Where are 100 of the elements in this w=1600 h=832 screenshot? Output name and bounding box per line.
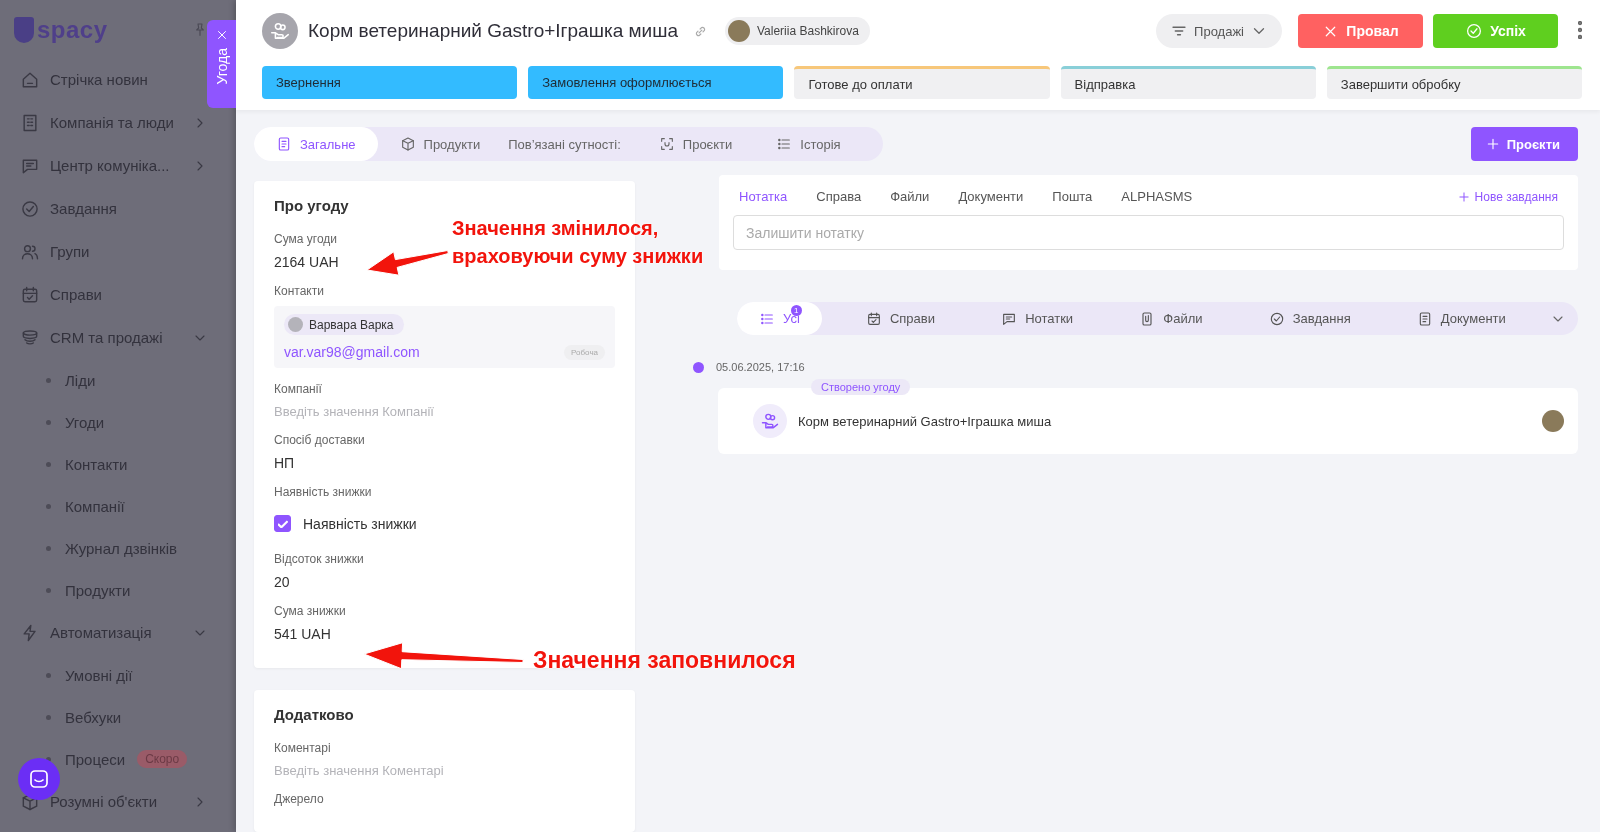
menu-icon (20, 284, 40, 305)
annotation-text: Значення заповнилося (533, 646, 796, 675)
fail-button[interactable]: Провал (1298, 14, 1423, 48)
annotation-text: Значення змінилося, (452, 216, 660, 241)
new-task-link[interactable]: Нове завдання (1456, 189, 1558, 204)
field-label: Компанії (274, 382, 322, 396)
filter-tab[interactable]: Нотатки (979, 302, 1096, 335)
composer-tab[interactable]: Пошта (1052, 189, 1093, 204)
owner-chip[interactable]: Valeriia Bashkirova (725, 17, 870, 45)
tab-icon (399, 136, 416, 152)
user-avatar (1542, 410, 1564, 432)
contact-avatar (288, 317, 303, 332)
tab-icon (276, 136, 292, 152)
field-value: 20 (274, 574, 290, 590)
sidebar-subitem[interactable]: Журнал дзвінків (14, 527, 236, 569)
bullet-icon (46, 461, 51, 467)
field-label: Сума знижки (274, 604, 346, 618)
timeline-dot (693, 361, 704, 373)
check-icon (277, 519, 288, 528)
sidebar-subitem[interactable]: Компанії (14, 485, 236, 527)
logo-icon (14, 17, 34, 43)
sidebar-subitem[interactable]: Вебхуки (14, 696, 236, 738)
bullet-icon (46, 587, 51, 593)
bullet-icon (46, 545, 51, 551)
card-title: Додатково (274, 706, 355, 723)
checkbox-label: Наявність знижки (303, 515, 417, 532)
tab[interactable]: Проєкти (636, 127, 755, 161)
field-label: Відсоток знижки (274, 552, 364, 566)
sidebar-item[interactable]: Завдання (14, 187, 236, 230)
add-project-button[interactable]: Проєкти (1470, 127, 1578, 161)
deal-icon (760, 411, 780, 431)
menu-icon (20, 198, 40, 219)
stage-step[interactable]: Відправка (1060, 66, 1316, 99)
stage-step[interactable]: Звернення (262, 66, 518, 99)
composer-tab[interactable]: Справа (816, 189, 862, 204)
bullet-icon (46, 714, 51, 720)
field-value: НП (274, 455, 295, 471)
composer-tab[interactable]: Файли (890, 189, 930, 204)
stage-step[interactable]: Завершити обробку (1326, 66, 1582, 99)
card-title: Про угоду (274, 197, 350, 214)
tab-caption: Пов’язані сутності: (507, 136, 622, 152)
composer-tab[interactable]: ALPHASMS (1121, 189, 1193, 204)
field-value: 541 UAH (274, 626, 331, 642)
pipeline-dropdown[interactable]: Продажі (1156, 14, 1282, 48)
field-label: Контакти (274, 284, 324, 298)
filter-tab[interactable]: Документи (1394, 302, 1528, 335)
plus-icon (1456, 189, 1471, 204)
sidebar-item[interactable]: Автоматизація (14, 611, 236, 654)
sidebar-item[interactable]: Центр комуніка... (14, 144, 236, 187)
field-label: Наявність знижки (274, 485, 372, 499)
bullet-icon (46, 672, 51, 678)
email-type-tag: Робоча (564, 344, 605, 360)
field-label: Коментарі (274, 741, 331, 755)
bullet-icon (46, 377, 51, 383)
bullet-icon (46, 756, 51, 762)
sidebar-subitem[interactable]: Угоди (14, 401, 236, 443)
user-avatar (728, 20, 750, 42)
more-icon (1578, 20, 1582, 39)
count-badge: 1 (790, 305, 802, 316)
contact-chip[interactable]: Варвара Варка (284, 314, 404, 335)
tab[interactable]: Продукти (377, 127, 503, 161)
filter-tab-icon (1268, 310, 1285, 327)
tab[interactable]: Історія (754, 127, 863, 161)
email-link[interactable]: var.var98@gmail.com (284, 344, 420, 360)
tab[interactable]: Загальне (254, 127, 378, 161)
event-tag: Створено угоду (811, 379, 911, 395)
checkbox[interactable] (274, 515, 291, 532)
bullet-icon (46, 419, 51, 425)
event-date: 05.06.2025, 17:16 (716, 361, 805, 373)
chat-icon (27, 767, 51, 791)
note-field[interactable]: Залишити нотатку (733, 215, 1564, 250)
composer-tab[interactable]: Документи (958, 189, 1024, 204)
annotation-text: враховуючи суму знижки (452, 244, 704, 269)
filter-tab[interactable]: Файли (1117, 302, 1225, 335)
filter-tab-icon (865, 310, 882, 327)
tab-icon (776, 136, 793, 152)
composer-tab[interactable]: Нотатка (739, 189, 788, 204)
deal-icon (269, 20, 291, 42)
deal-title: Корм ветеринарний Gastro+Іграшка миша (308, 20, 678, 42)
event-title: Корм ветеринарний Gastro+Іграшка миша (798, 413, 1052, 429)
sidebar-subitem[interactable]: Контакти (14, 443, 236, 485)
stage-step[interactable]: Готове до оплати (794, 66, 1050, 99)
sidebar-item[interactable]: Справи (14, 273, 236, 316)
stage-step[interactable]: Замовлення оформлюється (528, 66, 784, 99)
field-label: Джерело (274, 792, 324, 806)
filter-tab[interactable]: Завдання (1246, 302, 1373, 335)
more-button[interactable] (1578, 20, 1582, 42)
sidebar-subitem[interactable]: Ліди (14, 359, 236, 401)
field-label: Спосіб доставки (274, 433, 365, 447)
sidebar-item[interactable]: CRM та продажі (14, 316, 236, 359)
sidebar-subitem[interactable]: Умовні дії (14, 654, 236, 696)
sidebar-subitem[interactable]: Продукти (14, 569, 236, 611)
check-circle-icon (1465, 22, 1484, 40)
side-tab[interactable]: Угода (207, 20, 236, 108)
bullet-icon (46, 503, 51, 509)
sidebar-item[interactable]: Групи (14, 230, 236, 273)
tab-icon (658, 136, 675, 152)
field-value: 2164 UAH (274, 254, 339, 270)
menu-icon (20, 112, 40, 133)
filter-tab[interactable]: Справи (843, 302, 957, 335)
